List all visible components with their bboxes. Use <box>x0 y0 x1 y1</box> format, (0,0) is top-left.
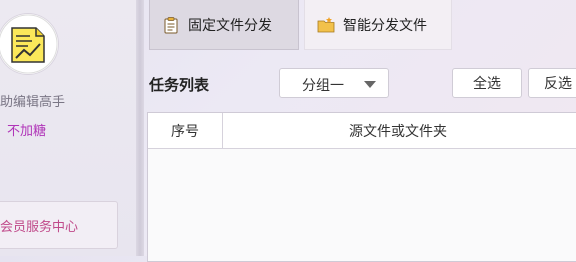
main-panel: 固定文件分发 智能分发文件 任务列表 分组一 全选 反选 序号 源文件或文件夹 <box>144 0 576 262</box>
chart-note-logo-icon <box>0 14 58 74</box>
task-list-label: 任务列表 <box>149 76 210 94</box>
app-name: 助编辑高手 <box>0 95 66 110</box>
sidebar: 助编辑高手 不加糖 会员服务中心 <box>0 0 136 256</box>
tab-smart-distribution[interactable]: 智能分发文件 <box>304 0 452 50</box>
sidebar-divider[interactable] <box>136 0 144 256</box>
group-select[interactable]: 分组一 <box>279 68 389 98</box>
tab-label: 智能分发文件 <box>343 17 427 34</box>
column-header-seq[interactable]: 序号 <box>148 113 223 148</box>
invert-selection-button[interactable]: 反选 <box>528 68 576 98</box>
select-all-button[interactable]: 全选 <box>452 68 522 98</box>
group-select-value: 分组一 <box>302 78 344 94</box>
chevron-down-icon <box>364 81 376 88</box>
clipboard-icon <box>162 16 180 34</box>
column-header-source[interactable]: 源文件或文件夹 <box>223 113 573 148</box>
member-center-label: 会员服务中心 <box>0 220 79 235</box>
folder-star-icon <box>317 16 335 34</box>
table-header: 序号 源文件或文件夹 <box>148 113 576 149</box>
tab-label: 固定文件分发 <box>188 17 272 34</box>
task-table: 序号 源文件或文件夹 <box>147 112 576 262</box>
tab-fixed-distribution[interactable]: 固定文件分发 <box>149 0 299 50</box>
user-status[interactable]: 不加糖 <box>7 120 46 139</box>
member-center-button[interactable]: 会员服务中心 <box>0 201 118 249</box>
